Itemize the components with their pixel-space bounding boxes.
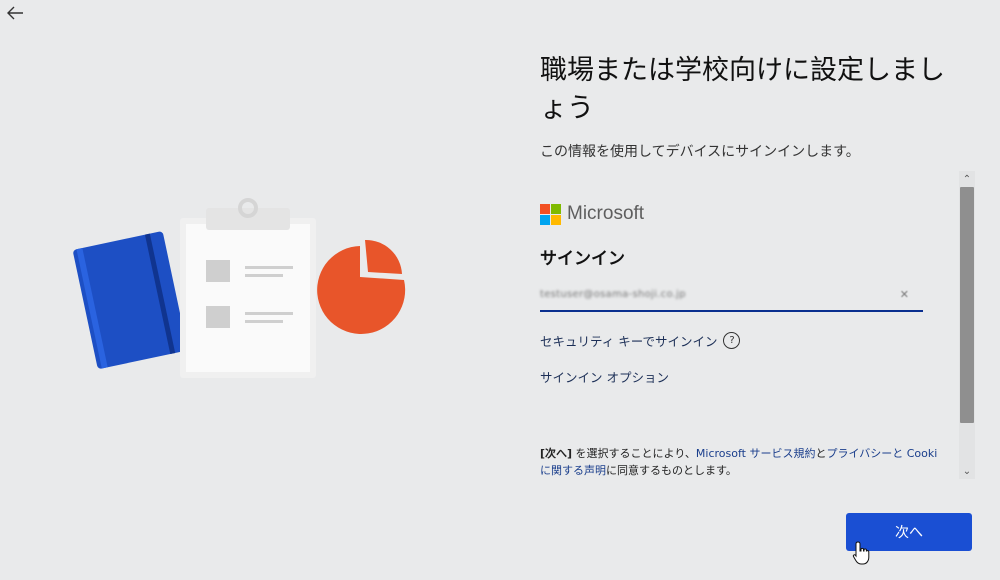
scrollbar-thumb[interactable] xyxy=(960,187,974,423)
illustration xyxy=(70,190,420,390)
clipboard-icon xyxy=(180,198,316,378)
legal-text2: と xyxy=(815,447,827,460)
page-title: 職場または学校向けに設定しまし ょう xyxy=(540,52,960,128)
legal-text3: に同意するものとします。 xyxy=(606,464,737,477)
terms-link[interactable]: Microsoft サービス規約 xyxy=(696,447,816,460)
email-value: testuser@osama-shoji.co.jp xyxy=(540,288,686,300)
page-title-line1: 職場または学校向けに設定しまし xyxy=(540,55,945,86)
security-key-link[interactable]: セキュリティ キーでサインイン ? xyxy=(540,331,741,350)
microsoft-logo: Microsoft xyxy=(540,203,644,225)
signin-heading: サインイン xyxy=(540,249,625,269)
clear-x-icon[interactable]: ✕ xyxy=(900,288,909,301)
hand-cursor-icon xyxy=(852,541,870,565)
pie-chart-icon xyxy=(317,239,406,334)
arrow-left-icon xyxy=(7,6,23,20)
email-field[interactable]: testuser@osama-shoji.co.jp ✕ xyxy=(540,278,923,312)
help-icon[interactable]: ? xyxy=(723,332,741,349)
notebook-icon xyxy=(73,231,188,369)
privacy-link[interactable]: プライバシーと Cooki xyxy=(826,447,937,460)
legal-notice: [次へ] を選択することにより、Microsoft サービス規約とプライバシーと… xyxy=(540,445,958,479)
legal-text1: を選択することにより、 xyxy=(572,447,696,460)
microsoft-wordmark: Microsoft xyxy=(567,203,645,224)
scrollbar[interactable]: ⌃ ⌄ xyxy=(959,171,975,479)
privacy-link-cont[interactable]: に関する声明 xyxy=(540,464,606,477)
signin-options-link[interactable]: サインイン オプション xyxy=(540,367,669,386)
page-subtitle: この情報を使用してデバイスにサインインします。 xyxy=(540,144,860,160)
page-title-line2: ょう xyxy=(540,93,594,124)
legal-next-bold: [次へ] xyxy=(540,447,573,460)
scroll-down-icon[interactable]: ⌄ xyxy=(959,463,975,479)
security-key-label: セキュリティ キーでサインイン xyxy=(540,334,718,349)
microsoft-logo-icon xyxy=(540,203,561,225)
scroll-up-icon[interactable]: ⌃ xyxy=(959,171,975,187)
back-button[interactable] xyxy=(4,2,26,24)
